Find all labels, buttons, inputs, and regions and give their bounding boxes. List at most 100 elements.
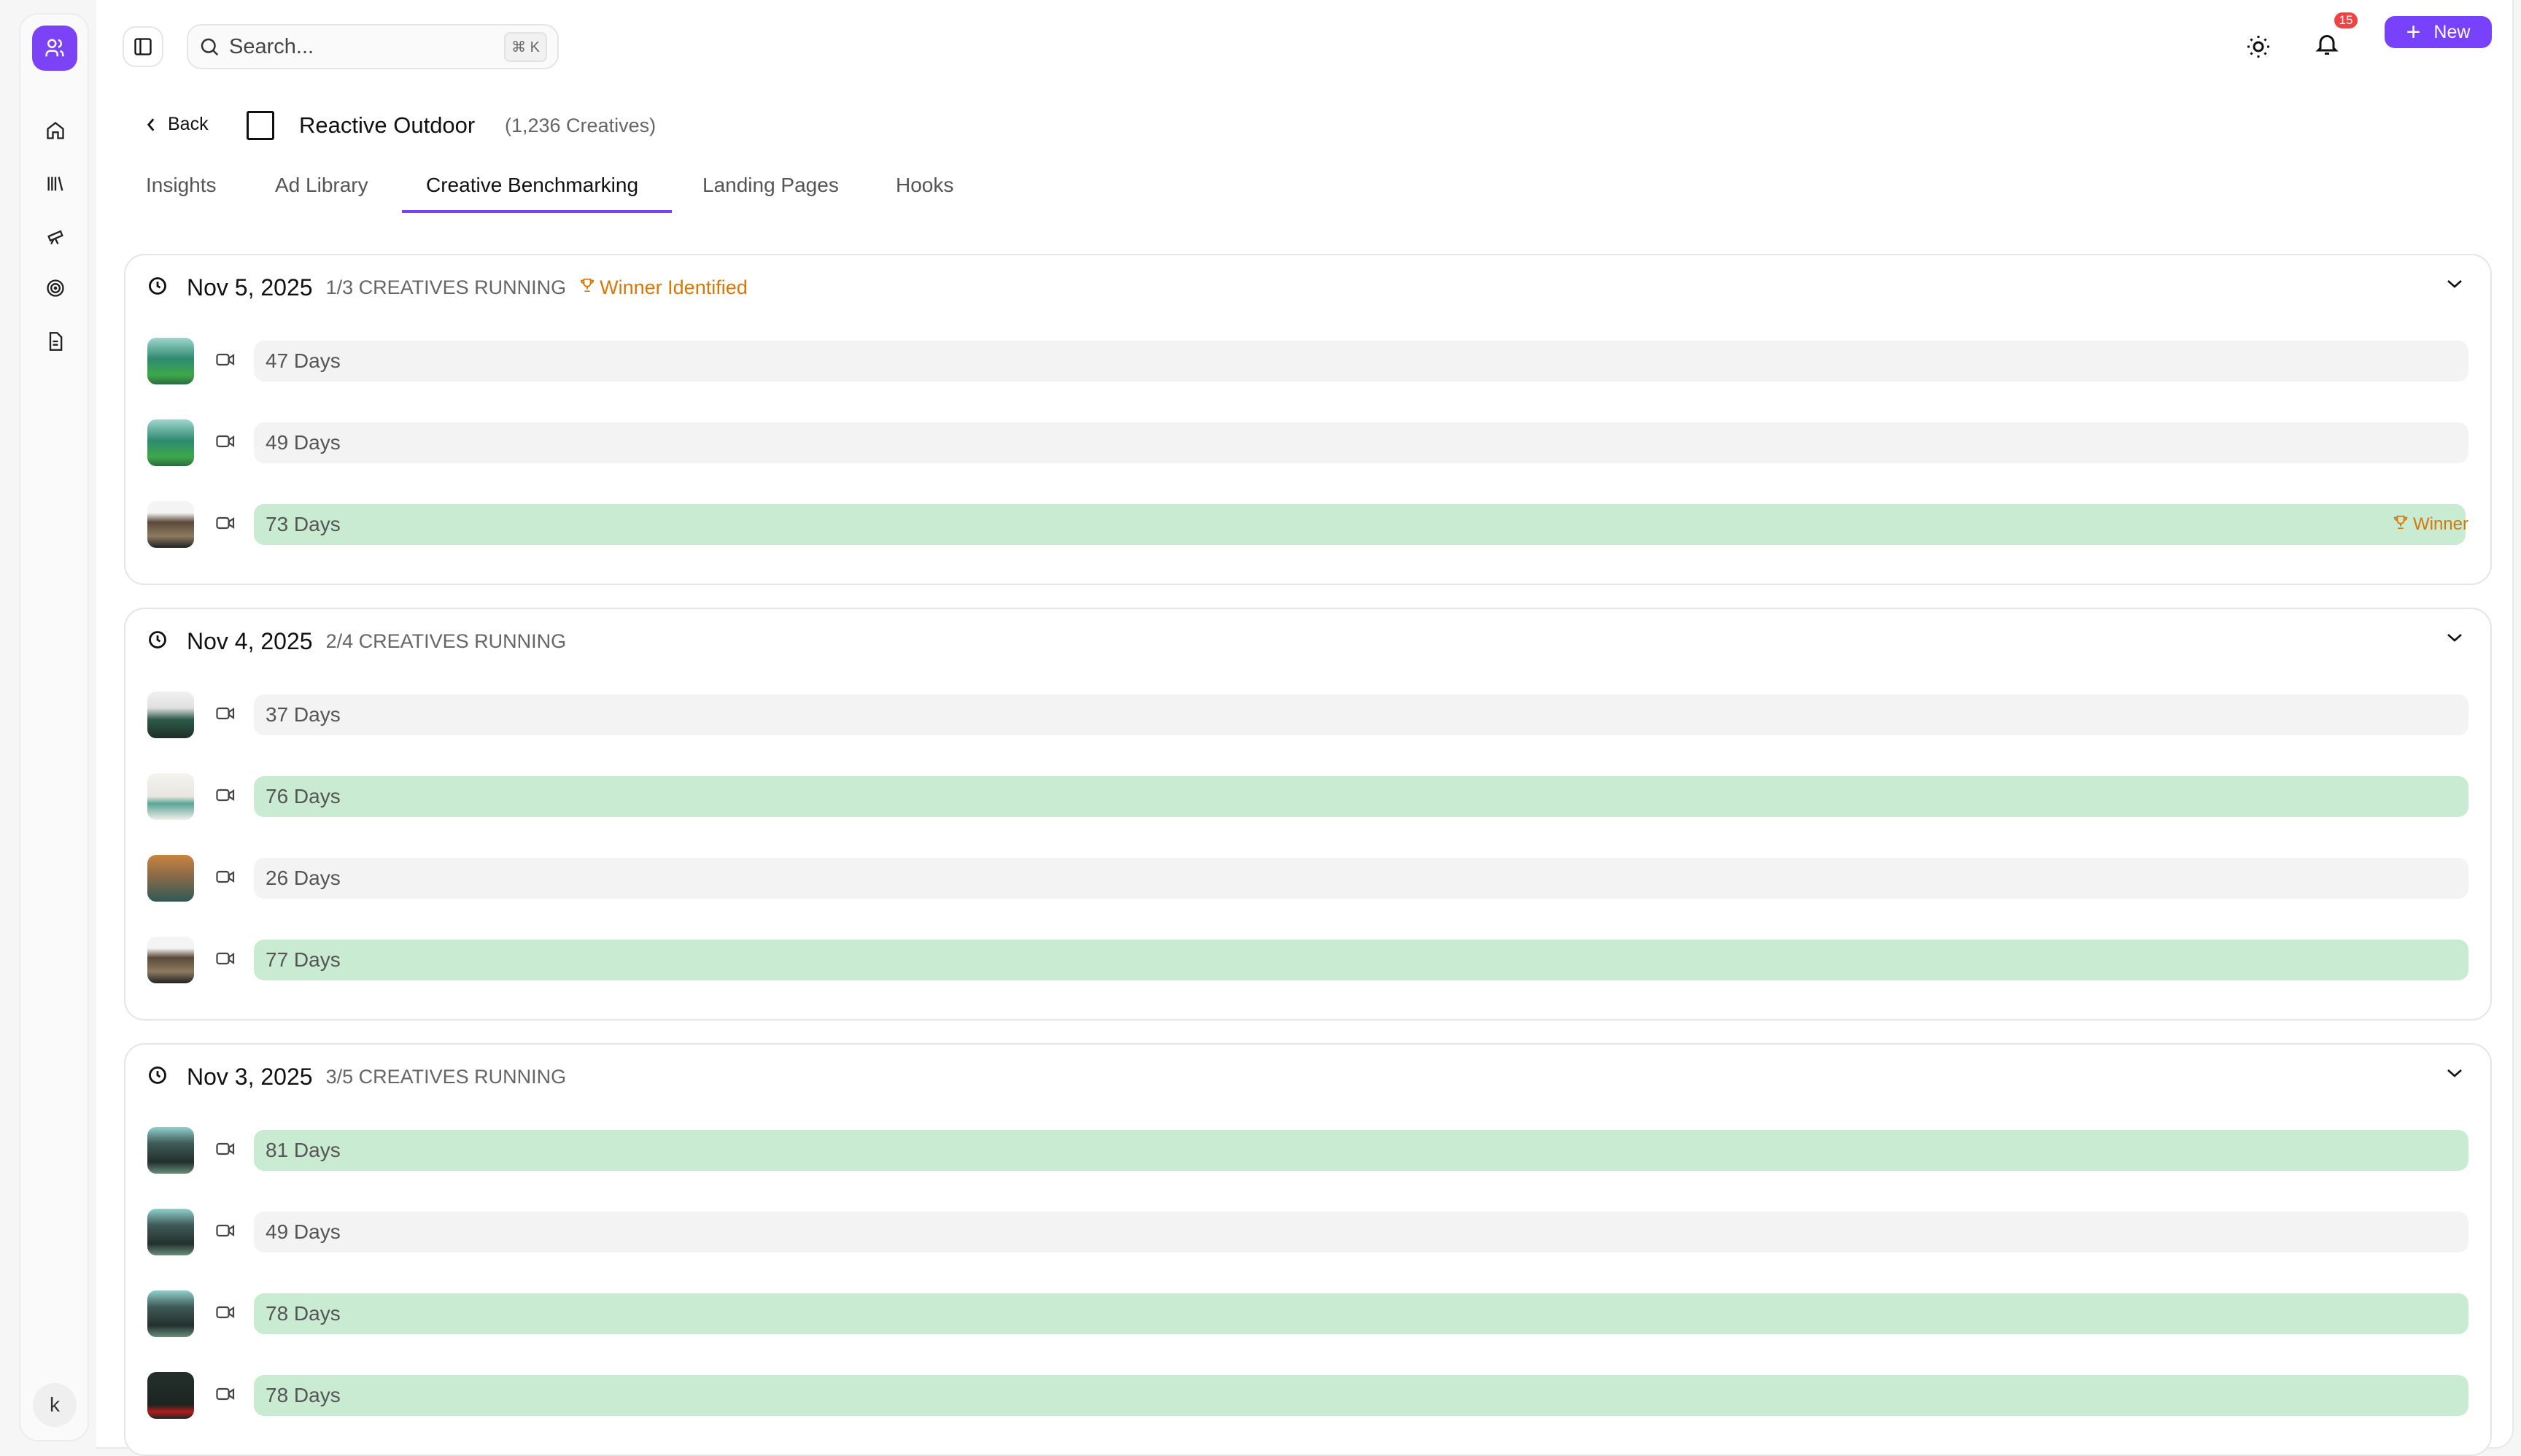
run-duration-bar: 47 Days [254,341,2468,382]
run-duration-bar: 77 Days [254,940,2468,980]
tab-ad-library[interactable]: Ad Library [275,174,368,197]
video-icon [216,516,235,534]
back-button[interactable]: Back [144,114,209,135]
library-icon[interactable] [42,171,69,197]
creative-row[interactable]: 37 Days [147,674,2468,756]
date-group-card: Nov 5, 2025 1/3 CREATIVES RUNNING Winner I… [124,254,2492,585]
creative-thumbnail[interactable] [147,1209,194,1255]
running-count: 2/4 CREATIVES RUNNING [325,630,567,652]
clock-icon [147,276,168,300]
winner-identified-badge: Winner Identified [579,276,748,299]
group-date: Nov 4, 2025 [187,628,313,654]
group-header[interactable]: Nov 5, 2025 1/3 CREATIVES RUNNING Winner I… [147,255,2468,320]
search-icon [201,38,219,56]
telescope-icon[interactable] [42,223,69,249]
group-header[interactable]: Nov 4, 2025 2/4 CREATIVES RUNNING [147,609,2468,674]
theme-toggle-icon[interactable] [2245,34,2272,63]
new-label: New [2433,21,2471,42]
brand-logo [247,111,274,140]
video-icon [216,1305,235,1323]
run-days: 49 Days [266,431,341,454]
creative-thumbnail[interactable] [147,773,194,820]
sidebar: k [19,13,89,1441]
video-icon [216,1142,235,1160]
creative-row[interactable]: 47 Days [147,320,2468,402]
group-date: Nov 3, 2025 [187,1064,313,1090]
creative-thumbnail[interactable] [147,692,194,738]
new-button[interactable]: + New [2385,16,2492,48]
tab-bar: Insights Ad Library Creative Benchmarkin… [96,174,2514,214]
run-days: 76 Days [266,785,341,808]
chevron-down-icon[interactable] [2445,277,2464,294]
run-duration-bar: 76 Days [254,776,2468,817]
run-duration-bar: 81 Days [254,1130,2468,1171]
video-icon [216,434,235,452]
creative-thumbnail[interactable] [147,937,194,983]
run-days: 81 Days [266,1139,341,1161]
winner-identified-label: Winner Identified [600,276,748,298]
run-days: 73 Days [266,513,341,535]
run-days: 78 Days [266,1302,341,1325]
creative-row[interactable]: 78 Days [147,1355,2468,1436]
search-shortcut: ⌘ K [504,31,547,62]
trophy-icon [2393,514,2409,536]
running-count: 1/3 CREATIVES RUNNING [325,276,567,298]
chevron-down-icon[interactable] [2445,631,2464,648]
chevron-down-icon[interactable] [2445,1066,2464,1083]
tab-insights[interactable]: Insights [146,174,217,197]
creative-row[interactable]: 76 Days [147,756,2468,837]
creative-thumbnail[interactable] [147,501,194,548]
clock-icon [147,630,168,654]
trophy-icon [579,276,595,299]
toggle-sidebar-button[interactable] [123,26,163,67]
bell-icon[interactable] [2314,29,2340,62]
creative-row[interactable]: 77 Days [147,919,2468,1001]
user-avatar[interactable]: k [33,1383,77,1427]
creative-thumbnail[interactable] [147,855,194,902]
plus-icon: + [2406,18,2421,46]
run-duration-bar: 78 Days [254,1375,2468,1416]
run-duration-bar: 26 Days [254,858,2468,899]
team-button[interactable] [32,26,77,71]
run-days: 26 Days [266,867,341,889]
group-header[interactable]: Nov 3, 2025 3/5 CREATIVES RUNNING [147,1045,2468,1110]
group-date: Nov 5, 2025 [187,274,313,301]
run-duration-bar: 73 Days [254,504,2466,545]
run-duration-bar: 37 Days [254,694,2468,735]
run-days: 47 Days [266,349,341,372]
home-icon[interactable] [42,117,69,144]
creative-row[interactable]: 49 Days [147,1191,2468,1273]
back-label: Back [168,114,209,134]
clock-icon [147,1065,168,1089]
run-days: 37 Days [266,703,341,726]
video-icon [216,706,235,724]
creative-count: (1,236 Creatives) [505,115,657,136]
winner-badge: Winner [2393,514,2468,536]
target-icon[interactable] [42,275,69,301]
active-tab-indicator [402,210,672,213]
video-icon [216,870,235,888]
tab-creative-benchmarking[interactable]: Creative Benchmarking [426,174,638,197]
video-icon [216,951,235,969]
creative-thumbnail[interactable] [147,1290,194,1337]
tab-landing-pages[interactable]: Landing Pages [702,174,839,197]
search-input[interactable]: Search... ⌘ K [187,24,559,69]
video-icon [216,1223,235,1242]
tab-hooks[interactable]: Hooks [896,174,953,197]
page-title: Reactive Outdoor [299,112,476,138]
running-count: 3/5 CREATIVES RUNNING [325,1066,567,1088]
run-duration-bar: 49 Days [254,422,2468,463]
creative-thumbnail[interactable] [147,419,194,466]
date-group-card: Nov 4, 2025 2/4 CREATIVES RUNNING 37 Days 7… [124,608,2492,1021]
creative-thumbnail[interactable] [147,338,194,384]
creative-row[interactable]: 81 Days [147,1110,2468,1191]
creative-row[interactable]: 49 Days [147,402,2468,484]
creative-thumbnail[interactable] [147,1372,194,1419]
run-days: 49 Days [266,1220,341,1243]
creative-row[interactable]: 26 Days [147,837,2468,919]
creative-row[interactable]: 78 Days [147,1273,2468,1355]
document-icon[interactable] [42,328,69,355]
search-placeholder: Search... [229,34,314,58]
creative-thumbnail[interactable] [147,1127,194,1174]
creative-row[interactable]: 73 Days Winner [147,484,2468,565]
